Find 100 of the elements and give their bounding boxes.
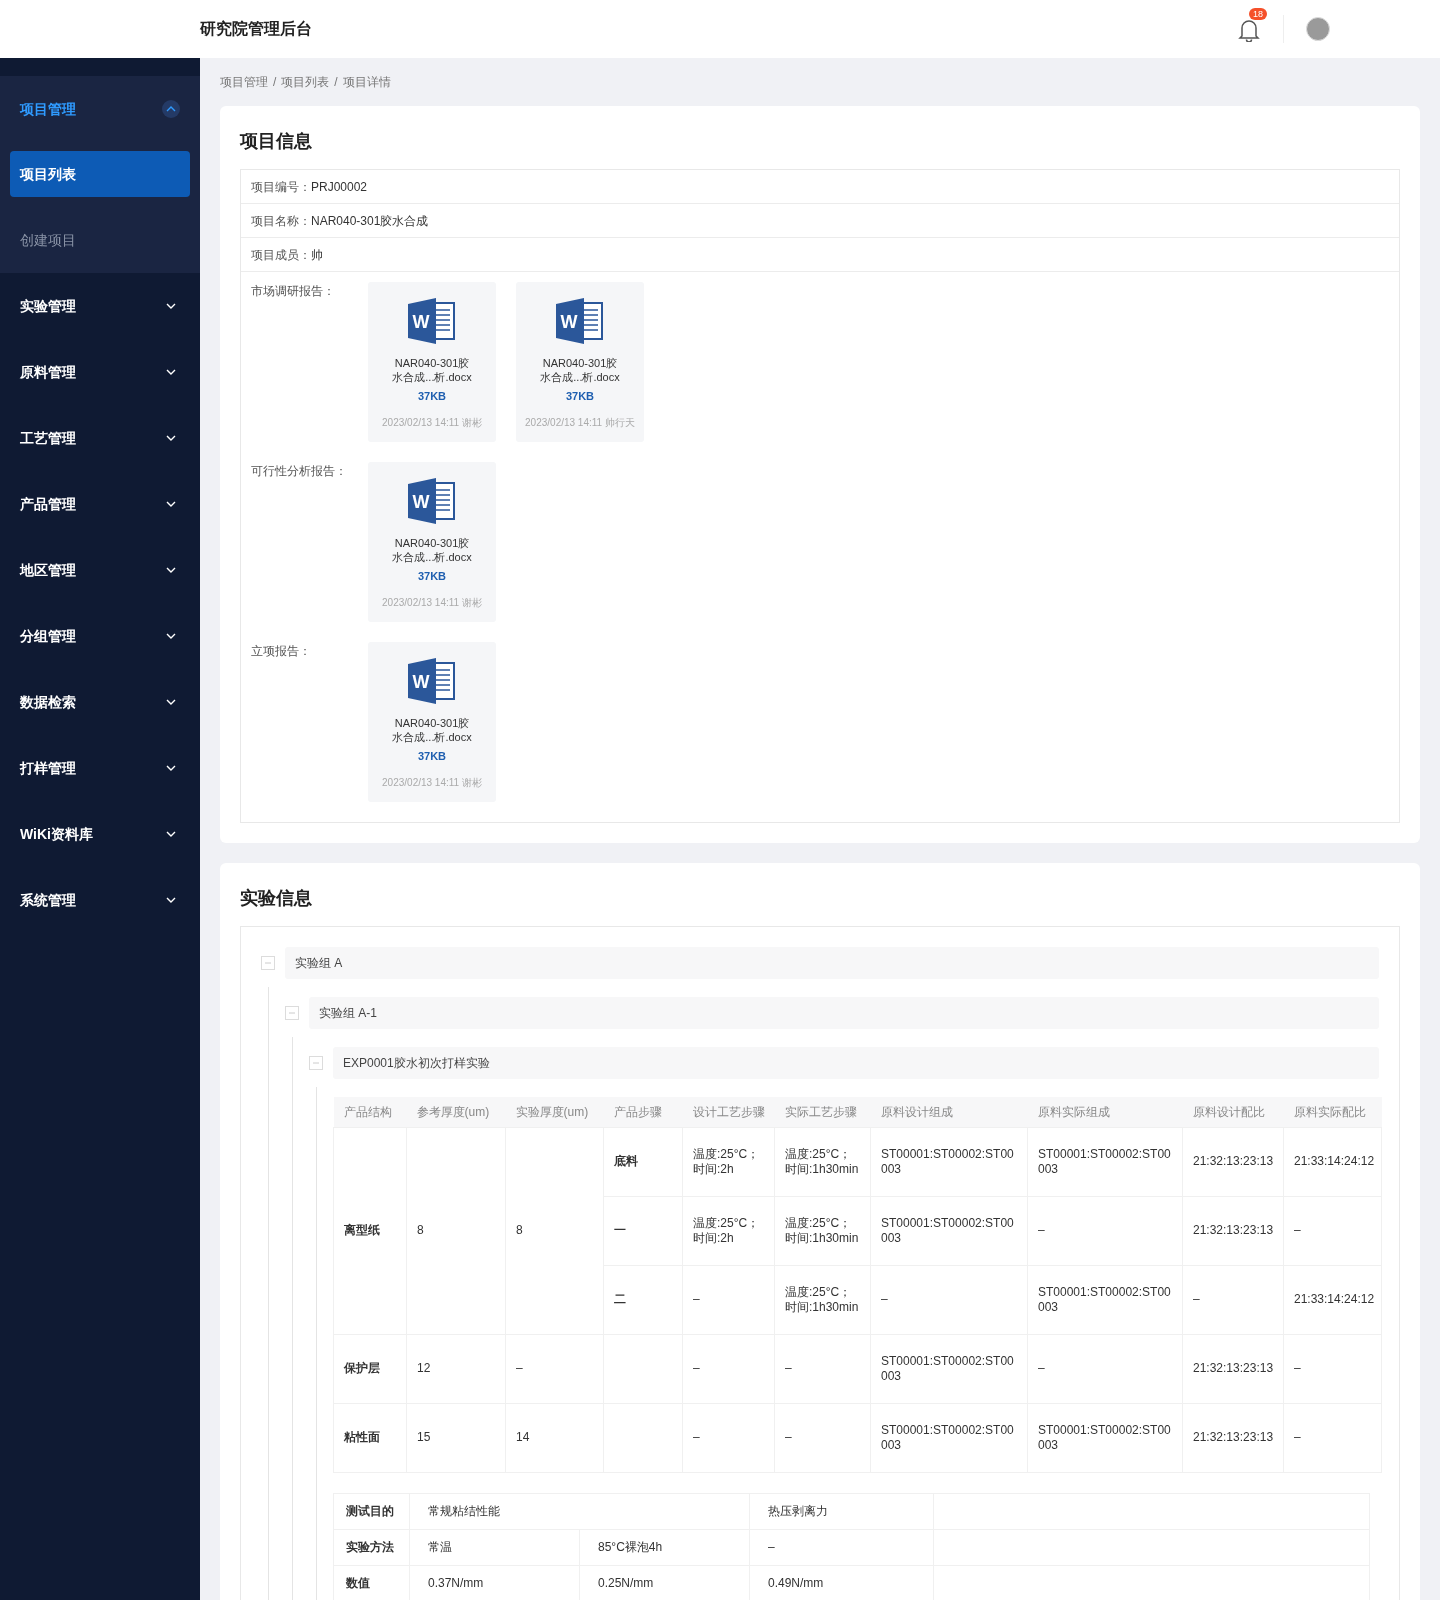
table-cell: 温度:25°C；时间:1h30min	[774, 1127, 871, 1196]
table-cell: 常温	[409, 1529, 580, 1565]
file-card[interactable]: W NAR040-301胶水合成...析.docx 37KB 2023/02/13 14:11 谢彬	[368, 642, 496, 802]
tree-node[interactable]: 实验组 A	[285, 947, 1379, 979]
table-cell: 温度:25°C；时间:1h30min	[774, 1196, 871, 1265]
table-cell: 温度:25°C；时间:1h30min	[774, 1265, 871, 1334]
table-cell: –	[682, 1334, 775, 1403]
sidebar-subitem[interactable]: 创建项目	[10, 217, 190, 263]
table-cell: ST00001:ST00002:ST00003	[870, 1127, 1028, 1196]
tree-node[interactable]: 实验组 A-1	[309, 997, 1379, 1029]
table-cell: 15	[406, 1403, 506, 1472]
table-cell: –	[682, 1265, 775, 1334]
sidebar-item[interactable]: 工艺管理	[0, 405, 200, 471]
file-card[interactable]: W NAR040-301胶水合成...析.docx 37KB 2023/02/13 14:11 谢彬	[368, 462, 496, 622]
table-cell: –	[682, 1403, 775, 1472]
table-cell: –	[1027, 1196, 1183, 1265]
table-cell: –	[1283, 1403, 1382, 1472]
upload-info: 2023/02/13 14:11 帅行天	[525, 415, 635, 430]
column-header: 实验厚度(um)	[505, 1097, 604, 1127]
table-cell: 85°C裸泡4h	[579, 1529, 750, 1565]
sidebar-item[interactable]: 地区管理	[0, 537, 200, 603]
sidebar-item[interactable]: 分组管理	[0, 603, 200, 669]
column-header: 产品步骤	[603, 1097, 683, 1127]
file-name: NAR040-301胶水合成...析.docx	[391, 536, 473, 564]
table-cell: –	[1027, 1334, 1183, 1403]
breadcrumb-separator: /	[334, 74, 338, 91]
field-label: 项目编号：	[251, 178, 311, 196]
table-cell: –	[1283, 1334, 1382, 1403]
field-value: NAR040-301胶水合成	[311, 212, 429, 230]
table-cell: 测试目的	[333, 1493, 410, 1529]
table-cell: 数值	[333, 1565, 410, 1600]
table-cell: 保护层	[333, 1334, 407, 1403]
column-header: 产品结构	[333, 1097, 407, 1127]
column-header: 原料实际配比	[1283, 1097, 1382, 1127]
collapse-icon[interactable]	[285, 1006, 299, 1020]
column-header: 设计工艺步骤	[682, 1097, 775, 1127]
collapse-icon[interactable]	[309, 1056, 323, 1070]
column-header: 参考厚度(um)	[406, 1097, 506, 1127]
table-cell: 8	[406, 1127, 506, 1334]
tree-node[interactable]: EXP0001胶水初次打样实验	[333, 1047, 1379, 1079]
sidebar-item[interactable]: WiKi资料库	[0, 801, 200, 867]
table-cell: ST00001:ST00002:ST00003	[870, 1403, 1028, 1472]
table-cell: ST00001:ST00002:ST00003	[1027, 1127, 1183, 1196]
table-cell: 离型纸	[333, 1127, 407, 1334]
sidebar-item[interactable]: 项目管理	[0, 76, 200, 142]
sidebar-item[interactable]: 数据检索	[0, 669, 200, 735]
field-label: 项目名称：	[251, 212, 311, 230]
field-value: PRJ00002	[311, 178, 368, 196]
breadcrumb-link[interactable]: 项目管理	[220, 73, 268, 91]
collapse-icon[interactable]	[261, 956, 275, 970]
table-cell: 常规粘结性能	[409, 1493, 750, 1529]
section-title: 项目信息	[240, 130, 313, 153]
app-title: 研究院管理后台	[200, 19, 312, 39]
table-cell: –	[505, 1334, 604, 1403]
table-cell: –	[774, 1403, 871, 1472]
table-cell: –	[870, 1265, 1028, 1334]
table-cell: 12	[406, 1334, 506, 1403]
file-card[interactable]: W NAR040-301胶水合成...析.docx 37KB 2023/02/13 14:11 帅行天	[516, 282, 644, 442]
sidebar-item[interactable]: 产品管理	[0, 471, 200, 537]
table-cell: 温度:25°C；时间:2h	[682, 1127, 775, 1196]
table-cell: –	[774, 1334, 871, 1403]
file-card[interactable]: W NAR040-301胶水合成...析.docx 37KB 2023/02/13 14:11 谢彬	[368, 282, 496, 442]
table-cell: 8	[505, 1127, 604, 1334]
breadcrumb-separator: /	[273, 74, 277, 91]
breadcrumb-link[interactable]: 项目列表	[281, 73, 330, 91]
sidebar-item[interactable]: 打样管理	[0, 735, 200, 801]
sidebar-item[interactable]: 系统管理	[0, 867, 200, 933]
sidebar-item[interactable]: 原料管理	[0, 339, 200, 405]
table-cell: 底料	[603, 1127, 683, 1196]
column-header: 原料设计配比	[1182, 1097, 1284, 1127]
table-cell: 实验方法	[333, 1529, 410, 1565]
column-header: 原料实际组成	[1027, 1097, 1183, 1127]
sidebar-item[interactable]: 实验管理	[0, 273, 200, 339]
table-cell: –	[749, 1529, 934, 1565]
column-header: 原料设计组成	[870, 1097, 1028, 1127]
table-cell: 21:32:13:23:13	[1182, 1403, 1284, 1472]
table-cell: 21:32:13:23:13	[1182, 1196, 1284, 1265]
table-cell: ST00001:ST00002:ST00003	[1027, 1265, 1183, 1334]
table-cell: ST00001:ST00002:ST00003	[870, 1196, 1028, 1265]
table-cell: ST00001:ST00002:ST00003	[870, 1334, 1028, 1403]
attachment-label: 可行性分析报告：	[251, 463, 348, 480]
sidebar-subitem[interactable]: 项目列表	[10, 151, 190, 197]
field-label: 项目成员：	[251, 246, 311, 264]
section-title: 实验信息	[240, 887, 313, 910]
upload-info: 2023/02/13 14:11 谢彬	[382, 595, 482, 610]
upload-info: 2023/02/13 14:11 谢彬	[382, 415, 482, 430]
table-cell: –	[1283, 1196, 1382, 1265]
notification-badge: 18	[1249, 8, 1267, 20]
table-cell: 21:33:14:24:12	[1283, 1127, 1382, 1196]
user-avatar[interactable]	[1306, 17, 1330, 41]
table-cell: 一	[603, 1196, 683, 1265]
file-size: 37KB	[417, 749, 447, 764]
attachment-label: 立项报告：	[251, 643, 312, 660]
upload-info: 2023/02/13 14:11 谢彬	[382, 775, 482, 790]
file-name: NAR040-301胶水合成...析.docx	[391, 716, 473, 744]
file-size: 37KB	[417, 569, 447, 584]
table-cell: –	[1182, 1265, 1284, 1334]
table-cell: 热压剥离力	[749, 1493, 934, 1529]
table-cell: 21:33:14:24:12	[1283, 1265, 1382, 1334]
table-cell: 二	[603, 1265, 683, 1334]
